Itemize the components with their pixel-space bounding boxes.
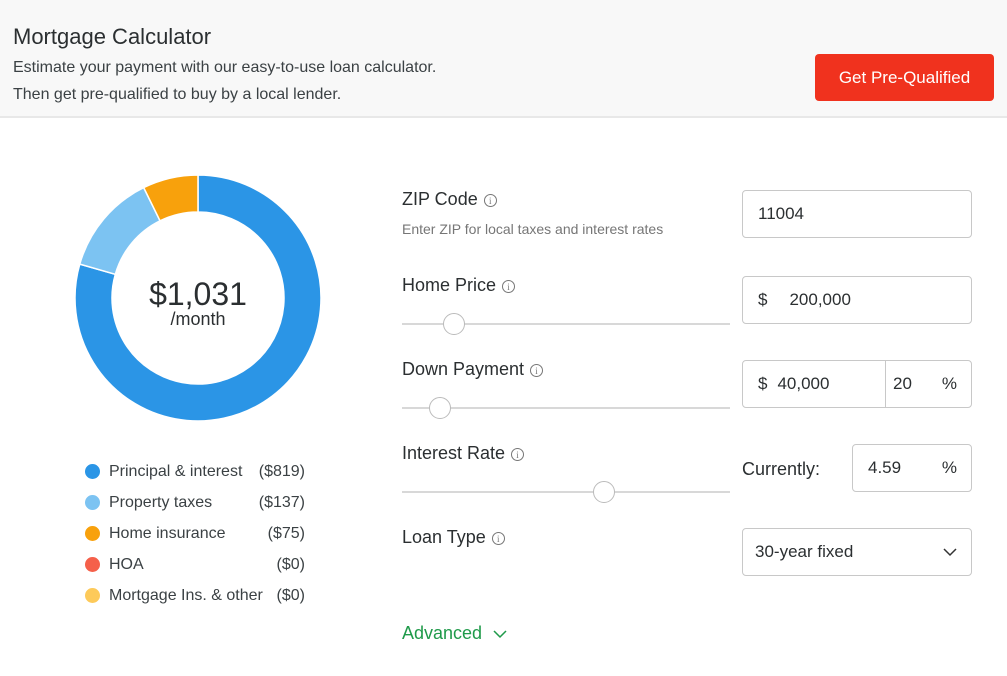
header: Mortgage Calculator Estimate your paymen… xyxy=(0,0,1007,118)
down-payment-label: Down Payment i xyxy=(402,359,544,380)
loan-type-select[interactable]: 30-year fixed xyxy=(742,528,972,576)
legend-value: ($137) xyxy=(258,493,305,511)
legend-dot xyxy=(85,464,100,479)
chevron-down-icon xyxy=(493,630,507,639)
legend-item: Principal & interest ($819) xyxy=(85,456,305,487)
advanced-toggle[interactable]: Advanced xyxy=(402,623,507,644)
percent-sign: % xyxy=(941,374,957,393)
subtitle-line-1: Estimate your payment with our easy-to-u… xyxy=(13,59,437,76)
monthly-total: $1,031 xyxy=(149,276,247,312)
legend-dot xyxy=(85,495,100,510)
home-price-slider[interactable] xyxy=(402,313,730,335)
down-payment-label-text: Down Payment xyxy=(402,359,525,379)
per-month-label: /month xyxy=(170,309,226,329)
legend-value: ($0) xyxy=(276,586,305,604)
interest-rate-label: Interest Rate i xyxy=(402,443,525,464)
legend-item: Property taxes ($137) xyxy=(85,487,305,518)
zip-label-text: ZIP Code xyxy=(402,189,478,209)
home-price-label-text: Home Price xyxy=(402,275,497,295)
loan-type-value: 30-year fixed xyxy=(755,542,854,561)
subtitle-line-2: Then get pre-qualified to buy by a local… xyxy=(13,86,342,103)
legend-item: Mortgage Ins. & other ($0) xyxy=(85,580,305,611)
down-payment-slider[interactable] xyxy=(402,397,730,419)
currency-symbol: $ xyxy=(758,374,768,393)
legend-value: ($75) xyxy=(267,524,305,542)
info-icon[interactable]: i xyxy=(511,447,525,461)
chart-legend: Principal & interest ($819) Property taxes… xyxy=(85,456,305,611)
interest-rate-label-text: Interest Rate xyxy=(402,443,506,463)
zip-hint: Enter ZIP for local taxes and interest r… xyxy=(402,221,664,237)
get-pre-qualified-button[interactable]: Get Pre-Qualified xyxy=(815,54,994,101)
currently-label: Currently: xyxy=(742,459,821,479)
zip-input[interactable]: 11004 xyxy=(742,190,972,238)
home-price-input[interactable]: $200,000 xyxy=(742,276,972,324)
info-icon[interactable]: i xyxy=(491,531,505,545)
legend-value: ($819) xyxy=(258,462,305,480)
interest-rate-input[interactable]: 4.59% xyxy=(852,444,972,492)
down-payment-percent-input[interactable]: 20% xyxy=(885,360,972,408)
legend-label: Property taxes xyxy=(109,493,213,511)
currency-symbol: $ xyxy=(758,290,768,309)
interest-rate-value: 4.59 xyxy=(868,458,902,477)
legend-label: Principal & interest xyxy=(109,462,243,480)
down-payment-value: 40,000 xyxy=(777,374,830,393)
legend-item: Home insurance ($75) xyxy=(85,518,305,549)
donut-slice xyxy=(78,186,162,276)
chevron-down-icon xyxy=(943,547,957,556)
legend-dot xyxy=(85,557,100,572)
zip-label: ZIP Code i xyxy=(402,189,497,210)
info-icon[interactable]: i xyxy=(530,363,544,377)
slider-thumb[interactable] xyxy=(428,397,451,419)
legend-value: ($0) xyxy=(276,555,305,573)
percent-sign: % xyxy=(941,458,957,477)
info-icon[interactable]: i xyxy=(483,193,497,207)
home-price-value: 200,000 xyxy=(789,290,851,309)
legend-label: Home insurance xyxy=(109,524,226,542)
info-icon[interactable]: i xyxy=(502,279,516,293)
legend-item: HOA ($0) xyxy=(85,549,305,580)
zip-value: 11004 xyxy=(758,204,805,223)
legend-dot xyxy=(85,526,100,541)
slider-thumb[interactable] xyxy=(443,313,466,335)
legend-dot xyxy=(85,588,100,603)
down-payment-percent: 20 xyxy=(893,374,912,393)
page-title: Mortgage Calculator xyxy=(13,24,212,49)
legend-label: HOA xyxy=(109,555,144,573)
slider-thumb[interactable] xyxy=(592,481,615,503)
legend-label: Mortgage Ins. & other xyxy=(109,586,263,604)
interest-rate-slider[interactable] xyxy=(402,481,730,503)
down-payment-amount-input[interactable]: $40,000 xyxy=(742,360,887,408)
advanced-label: Advanced xyxy=(402,623,483,643)
loan-type-label: Loan Type i xyxy=(402,527,505,548)
loan-type-label-text: Loan Type xyxy=(402,527,486,547)
home-price-label: Home Price i xyxy=(402,275,516,296)
